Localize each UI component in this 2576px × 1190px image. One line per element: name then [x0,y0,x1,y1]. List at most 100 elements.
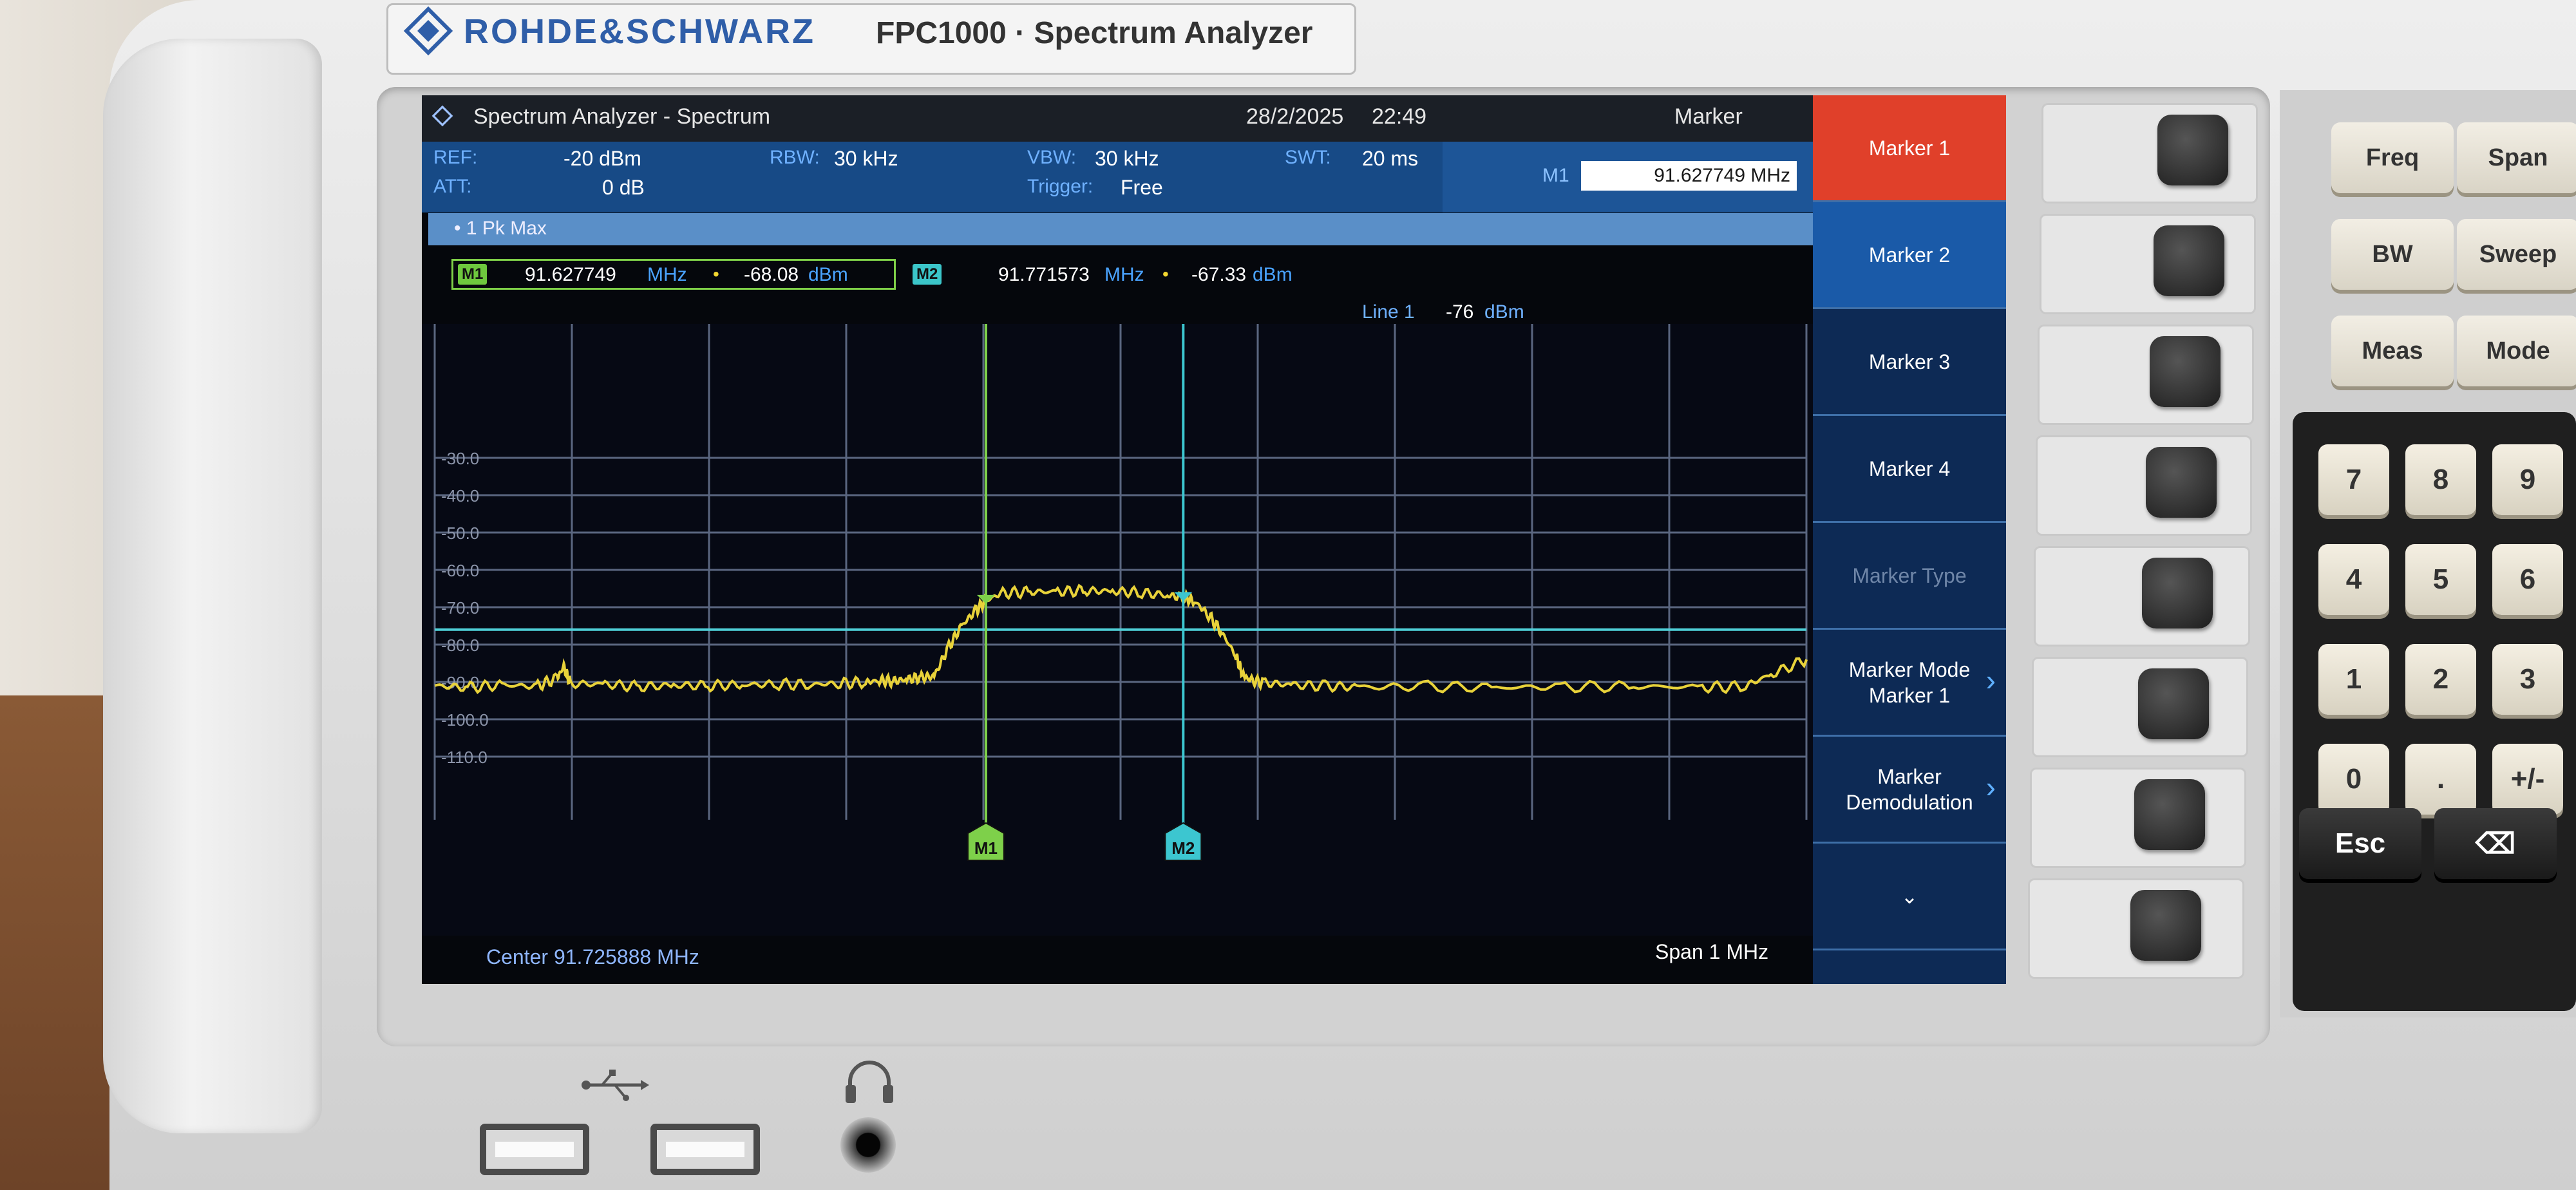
center-frequency-label[interactable]: Center 91.725888 MHz [486,945,699,969]
trace-label[interactable]: • 1 Pk Max [454,218,547,240]
key-1[interactable]: 1 [2318,644,2389,715]
display-line-label: Line 1 [1362,301,1415,323]
key-8[interactable]: 8 [2405,444,2476,515]
key-0[interactable]: 0 [2318,744,2389,815]
softkey-hardware-button-1[interactable] [2157,115,2228,185]
key-bw[interactable]: BW [2331,219,2454,290]
softkey-1[interactable]: Marker 1 [1813,95,2006,202]
key-span[interactable]: Span [2457,122,2576,193]
brand-name: ROHDE&SCHWARZ [464,12,815,51]
softkey-hardware-button-4[interactable] [2146,447,2217,518]
usb-icon [582,1070,649,1101]
vbw-label: VBW: [1027,147,1077,168]
softkey-hardware-button-6[interactable] [2138,668,2209,739]
y-tick-label: -30.0 [441,449,479,468]
softkey-3[interactable]: Marker 3 [1813,309,2006,416]
ref-value[interactable]: -20 dBm [564,147,641,171]
window-title: Spectrum Analyzer - Spectrum [473,104,771,129]
softkey-label: Marker 4 [1868,457,1951,480]
headphone-jack[interactable] [840,1117,896,1173]
rohde-schwarz-logo-icon [403,6,453,56]
softkey-8[interactable]: ⌄ [1813,844,2006,950]
ref-label: REF: [433,147,478,168]
y-tick-label: -110.0 [441,748,488,767]
softkey-4[interactable]: Marker 4 [1813,416,2006,523]
key-meas[interactable]: Meas [2331,316,2454,386]
trigger-value[interactable]: Free [1121,176,1163,200]
marker2-level: -67.33 [1191,264,1247,285]
softkey-label: Marker 1 [1868,136,1951,160]
usb-port-1[interactable] [480,1124,589,1175]
key-6[interactable]: 6 [2492,544,2563,615]
trigger-label: Trigger: [1027,176,1094,197]
usb-port-2[interactable] [650,1124,760,1175]
softkey-2[interactable]: Marker 2 [1813,202,2006,309]
key-2[interactable]: 2 [2405,644,2476,715]
softkey-hardware-button-7[interactable] [2134,779,2205,850]
key-4[interactable]: 4 [2318,544,2389,615]
softkey-label: Marker 2 [1868,243,1951,267]
spectrum-plot[interactable]: -30.0-40.0-50.0-60.0-70.0-80.0-90.0-100.… [422,324,1813,936]
softkey-hardware-button-2[interactable] [2154,225,2224,296]
key-decimal[interactable]: . [2405,744,2476,815]
chevron-right-icon: › [1985,663,1996,697]
marker2-dot-icon: • [1162,264,1169,284]
att-value[interactable]: 0 dB [602,176,645,200]
display-line-value: -76 [1446,301,1474,323]
y-tick-label: -50.0 [441,524,479,543]
key-sweep[interactable]: Sweep [2457,219,2576,290]
softkey-panel: Marker 1 Marker 2 Marker 3 Marker 4 Marker T… [1813,95,2006,984]
model-label: FPC1000 · Spectrum Analyzer [876,16,1313,50]
softkey-label: Marker Demodulation [1846,764,1973,814]
carry-handle [103,39,322,1133]
span-label[interactable]: Span 1 MHz [1655,940,1768,964]
date-display: 28/2/2025 [1246,104,1344,129]
y-tick-label: -100.0 [441,710,489,730]
att-label: ATT: [433,176,472,197]
marker1-level-unit: dBm [808,264,848,285]
marker2-frequency: 91.771573 [998,264,1090,285]
swt-label: SWT: [1285,147,1331,168]
marker-entry-label: M1 [1542,165,1569,186]
rbw-value[interactable]: 30 kHz [834,147,898,171]
marker1-level: -68.08 [744,264,799,285]
softkey-hardware-button-8[interactable] [2130,890,2201,961]
softkey-button-slot [2038,325,2254,425]
swt-value[interactable]: 20 ms [1362,147,1418,171]
y-tick-label: -60.0 [441,561,479,580]
key-9[interactable]: 9 [2492,444,2563,515]
softkey-label: ⌄ [1900,884,1918,908]
display-line-unit: dBm [1484,301,1524,323]
marker1-frequency: 91.627749 [525,264,616,285]
chevron-right-icon: › [1985,770,1996,804]
key-backspace[interactable]: ⌫ [2434,808,2557,879]
softkey-hardware-button-3[interactable] [2150,336,2221,407]
softkey-button-slot [2036,435,2252,536]
marker2-level-unit: dBm [1253,264,1293,285]
marker2-frequency-unit: MHz [1104,264,1144,285]
headphone-icon [846,1061,893,1103]
key-5[interactable]: 5 [2405,544,2476,615]
time-display: 22:49 [1372,104,1427,129]
key-mode[interactable]: Mode [2457,316,2576,386]
y-tick-label: -70.0 [441,598,479,618]
analyzer-screen: Spectrum Analyzer - Spectrum 28/2/2025 2… [422,95,2006,984]
key-freq[interactable]: Freq [2331,122,2454,193]
vbw-value[interactable]: 30 kHz [1095,147,1159,171]
marker2-flag-label: M2 [1171,838,1195,858]
softkey-5[interactable]: Marker Type [1813,523,2006,630]
key-3[interactable]: 3 [2492,644,2563,715]
softkey-6[interactable]: Marker Mode Marker 1 › [1813,630,2006,737]
softkey-hardware-button-5[interactable] [2142,558,2213,628]
app-diamond-icon [431,105,453,127]
marker-frequency-input[interactable]: 91.627749 MHz [1581,161,1797,191]
rbw-label: RBW: [770,147,820,168]
key-7[interactable]: 7 [2318,444,2389,515]
key-sign[interactable]: +/- [2492,744,2563,815]
marker1-frequency-unit: MHz [647,264,687,285]
trace-bar [428,213,1813,245]
softkey-label: Marker 3 [1868,350,1951,373]
softkey-7[interactable]: Marker Demodulation › [1813,737,2006,844]
softkey-label: Marker Type [1852,563,1967,587]
key-escape[interactable]: Esc [2299,808,2421,879]
